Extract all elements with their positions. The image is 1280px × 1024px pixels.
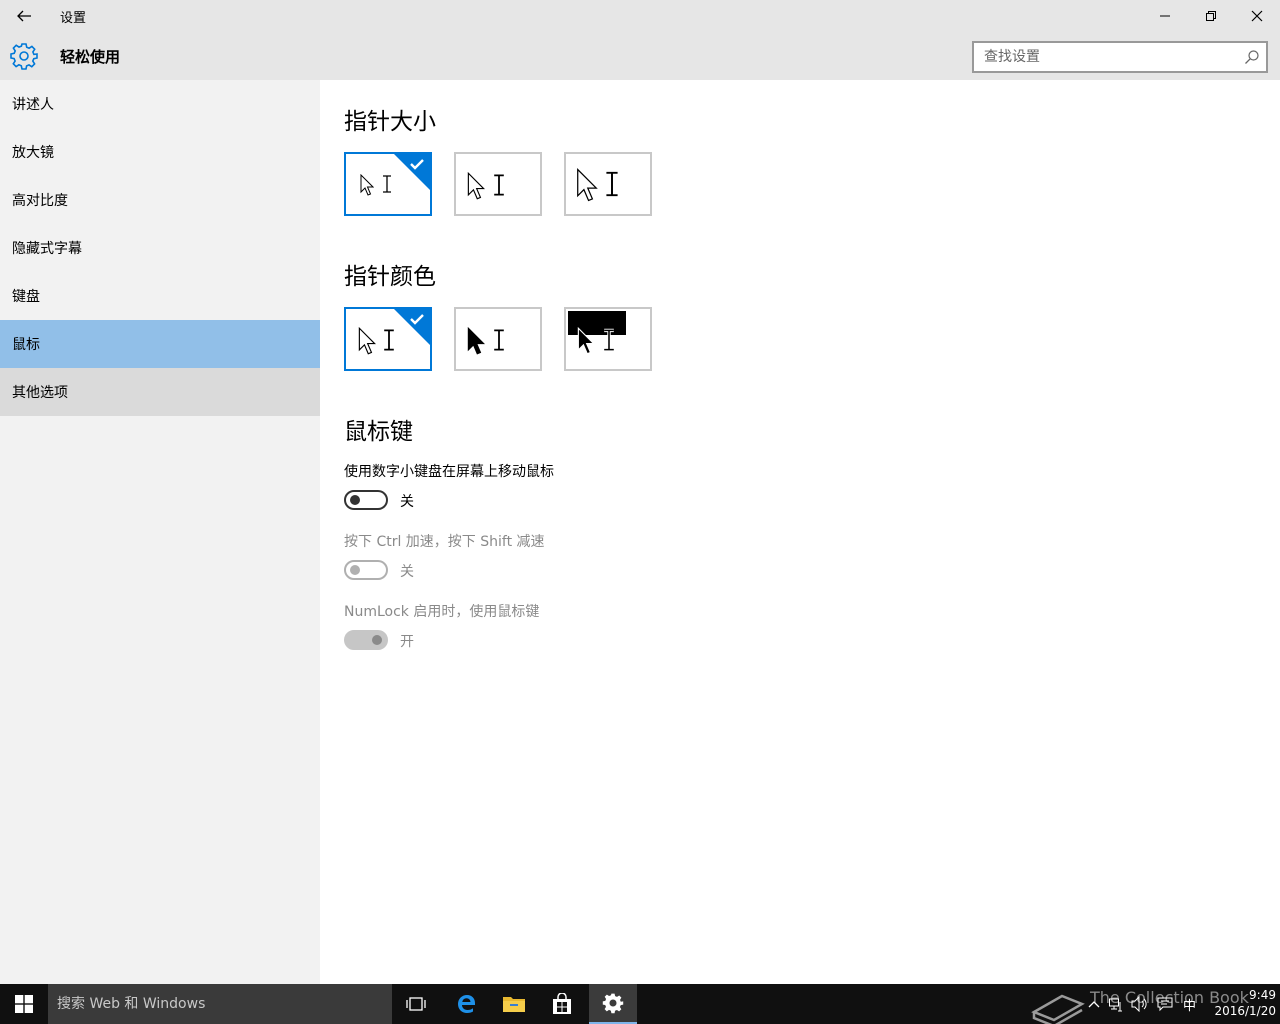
- taskbar: The Collection Book 中 9:49 2016/1/20: [0, 984, 1280, 1024]
- volume-button[interactable]: [1130, 994, 1150, 1014]
- selected-check-icon: [394, 154, 430, 190]
- store-button[interactable]: [538, 984, 586, 1024]
- settings-app-button[interactable]: [589, 984, 637, 1024]
- window-title: 设置: [60, 11, 87, 26]
- chevron-up-icon: [1088, 1001, 1100, 1008]
- pointer-color-inverted-tile[interactable]: [564, 307, 652, 371]
- task-view-icon: [406, 997, 426, 1011]
- mouse-keys-title: 鼠标键: [344, 419, 413, 445]
- clock-time: 9:49: [1249, 988, 1276, 1002]
- sidebar-item-keyboard[interactable]: 键盘: [0, 272, 320, 320]
- sidebar-item-narrator[interactable]: 讲述人: [0, 80, 320, 128]
- input-method-indicator[interactable]: 中: [1183, 995, 1196, 1014]
- toggle-knob: [350, 495, 360, 505]
- arrow-pointer-icon: [467, 172, 485, 200]
- pointer-size-large-tile[interactable]: [564, 152, 652, 216]
- numlock-mouse-keys-toggle: [344, 630, 388, 650]
- arrow-pointer-icon: [358, 327, 376, 355]
- arrow-pointer-icon: [577, 168, 598, 202]
- back-button[interactable]: [8, 4, 40, 28]
- pointer-size-title: 指针大小: [344, 109, 436, 135]
- restore-icon: [1206, 11, 1216, 21]
- selected-check-icon: [394, 309, 430, 345]
- text-select-pointer-icon: [606, 171, 618, 197]
- arrow-pointer-icon: [360, 174, 374, 196]
- search-icon[interactable]: [1244, 49, 1260, 65]
- taskbar-search-input[interactable]: [48, 984, 392, 1024]
- notification-icon: [1157, 997, 1173, 1012]
- gear-icon: [10, 43, 38, 70]
- volume-icon: [1131, 996, 1147, 1012]
- search-box[interactable]: [972, 41, 1268, 73]
- pointer-size-medium-tile[interactable]: [454, 152, 542, 216]
- sidebar-item-closed-captions[interactable]: 隐藏式字幕: [0, 224, 320, 272]
- sidebar-item-mouse[interactable]: 鼠标: [0, 320, 320, 368]
- book-watermark-icon: [1031, 994, 1085, 1024]
- text-select-pointer-icon: [383, 175, 391, 193]
- pointer-color-title: 指针颜色: [344, 264, 436, 290]
- pointer-size-small-tile[interactable]: [344, 152, 432, 216]
- gear-icon: [602, 993, 624, 1014]
- file-explorer-button[interactable]: [490, 984, 538, 1024]
- mouse-keys-numpad-state: 关: [400, 494, 414, 510]
- taskbar-search-box[interactable]: [48, 984, 392, 1024]
- clock-date: 2016/1/20: [1214, 1004, 1276, 1018]
- text-select-pointer-icon: [494, 174, 504, 196]
- close-button[interactable]: [1234, 0, 1280, 32]
- ctrl-shift-speed-label: 按下 Ctrl 加速，按下 Shift 减速: [344, 534, 545, 550]
- arrow-pointer-icon: [577, 327, 595, 355]
- sidebar-item-high-contrast[interactable]: 高对比度: [0, 176, 320, 224]
- ctrl-shift-speed-state: 关: [400, 564, 414, 580]
- title-bar: 设置: [0, 0, 1280, 32]
- sidebar: 讲述人 放大镜 高对比度 隐藏式字幕 键盘 鼠标 其他选项: [0, 80, 320, 984]
- toggle-knob: [372, 635, 382, 645]
- arrow-pointer-icon: [467, 327, 485, 355]
- windows-logo-icon: [15, 995, 33, 1013]
- edge-icon: [458, 995, 475, 1013]
- close-icon: [1251, 10, 1263, 22]
- search-input[interactable]: [974, 43, 1234, 71]
- text-select-pointer-icon: [494, 329, 504, 351]
- back-arrow-icon: [17, 10, 31, 22]
- pointer-color-white-tile[interactable]: [344, 307, 432, 371]
- network-icon: [1109, 998, 1122, 1012]
- pointer-color-black-tile[interactable]: [454, 307, 542, 371]
- content-pane: 指针大小 指针颜色 鼠标键 使用数字小键盘在屏幕上移动鼠标 关 按下 Ctrl …: [320, 80, 1280, 984]
- show-hidden-icons-button[interactable]: [1084, 994, 1104, 1014]
- text-select-pointer-icon: [604, 328, 614, 352]
- system-clock[interactable]: 9:49 2016/1/20: [1206, 987, 1276, 1019]
- minimize-button[interactable]: [1142, 0, 1188, 32]
- toggle-knob: [350, 565, 360, 575]
- store-bag-icon: [553, 993, 571, 1014]
- task-view-button[interactable]: [392, 984, 440, 1024]
- mouse-keys-numpad-label: 使用数字小键盘在屏幕上移动鼠标: [344, 464, 554, 480]
- ctrl-shift-speed-toggle: [344, 560, 388, 580]
- sidebar-item-other-options[interactable]: 其他选项: [0, 368, 320, 416]
- network-button[interactable]: [1106, 994, 1126, 1014]
- folder-icon: [503, 997, 525, 1012]
- minimize-icon: [1160, 15, 1170, 17]
- edge-browser-button[interactable]: [442, 984, 490, 1024]
- restore-button[interactable]: [1188, 0, 1234, 32]
- sidebar-item-magnifier[interactable]: 放大镜: [0, 128, 320, 176]
- page-title: 轻松使用: [60, 48, 121, 66]
- start-button[interactable]: [0, 984, 48, 1024]
- settings-header: 轻松使用: [0, 32, 1280, 80]
- numlock-mouse-keys-state: 开: [400, 634, 414, 650]
- action-center-button[interactable]: [1155, 994, 1175, 1014]
- mouse-keys-numpad-toggle[interactable]: [344, 490, 388, 510]
- numlock-mouse-keys-label: NumLock 启用时，使用鼠标键: [344, 604, 540, 620]
